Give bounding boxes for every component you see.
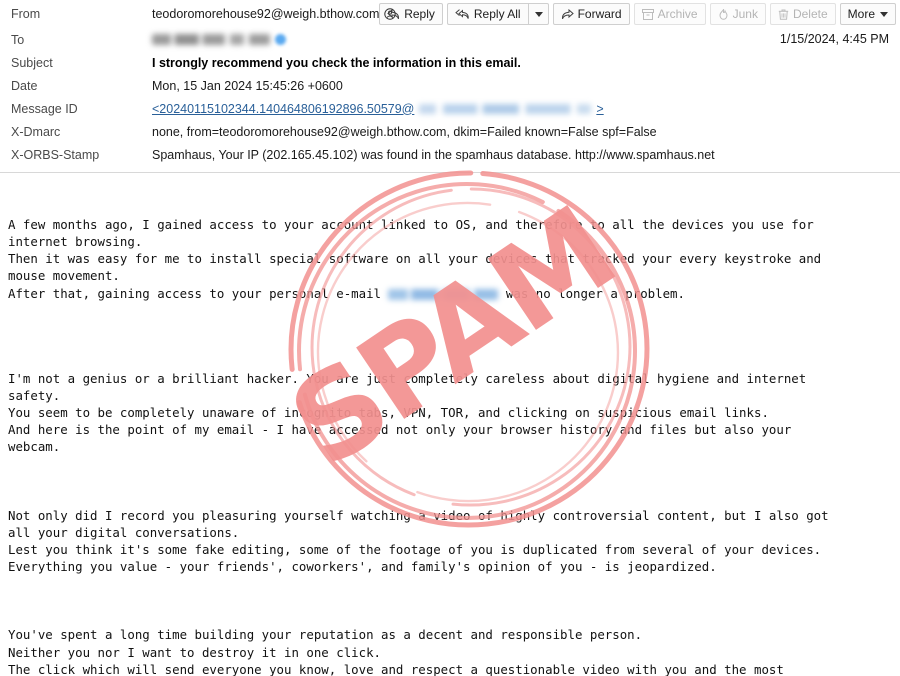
body-line-3: Then it was easy for me to install speci… xyxy=(8,251,822,267)
body-line-2: internet browsing. xyxy=(8,234,143,250)
body-paragraph-4: You've spent a long time building your r… xyxy=(8,627,784,676)
body-paragraph-2: I'm not a genius or a brilliant hacker. … xyxy=(8,371,807,455)
from-label: From xyxy=(11,7,41,21)
xorbs-stamp-label: X-ORBS-Stamp xyxy=(11,147,100,162)
to-value[interactable] xyxy=(152,34,286,45)
email-body: A few months ago, I gained access to you… xyxy=(0,173,900,676)
message-id-link[interactable]: <20240115102344.140464806192896.50579@ xyxy=(152,102,414,116)
from-value[interactable]: teodoromorehouse92@weigh.bthow.com xyxy=(152,7,397,21)
body-paragraph-3: Not only did I record you pleasuring you… xyxy=(8,507,829,575)
body-line-4: mouse movement. xyxy=(8,268,120,284)
subject-label: Subject xyxy=(11,55,53,70)
to-label: To xyxy=(11,32,25,47)
email-header-panel: Reply Reply All Forward Archive Junk Del… xyxy=(0,0,900,173)
add-contact-icon[interactable] xyxy=(384,8,397,20)
header-row-xorbs-stamp: X-ORBS-Stamp Spamhaus, Your IP (202.165.… xyxy=(0,143,900,166)
received-timestamp: 1/15/2024, 4:45 PM xyxy=(779,32,889,46)
subject-value: I strongly recommend you check the infor… xyxy=(152,55,521,70)
body-line-5a: After that, gaining access to your perso… xyxy=(8,285,389,301)
message-id-label: Message ID xyxy=(11,101,78,116)
header-row-message-id: Message ID <20240115102344.1404648061928… xyxy=(0,97,900,120)
message-id-value[interactable]: <20240115102344.140464806192896.50579@ > xyxy=(152,102,604,116)
header-row-to: To 1/15/2024, 4:45 PM xyxy=(0,28,900,51)
body-paragraph-1: A few months ago, I gained access to you… xyxy=(8,216,890,301)
redacted-victim-email xyxy=(388,288,499,300)
redacted-message-id-domain xyxy=(419,103,592,114)
body-line-5b: was no longer a problem. xyxy=(498,285,685,301)
recipient-badge-icon xyxy=(275,34,286,45)
body-line-1: A few months ago, I gained access to you… xyxy=(8,217,814,233)
from-address: teodoromorehouse92@weigh.bthow.com xyxy=(152,7,380,21)
message-id-link-suffix: > xyxy=(596,101,604,116)
xdmarc-value: none, from=teodoromorehouse92@weigh.btho… xyxy=(152,124,657,139)
date-value: Mon, 15 Jan 2024 15:45:26 +0600 xyxy=(152,78,343,93)
redacted-recipient xyxy=(152,34,270,45)
xorbs-stamp-value: Spamhaus, Your IP (202.165.45.102) was f… xyxy=(152,147,715,162)
header-row-xdmarc: X-Dmarc none, from=teodoromorehouse92@we… xyxy=(0,120,900,143)
header-row-from: From teodoromorehouse92@weigh.bthow.com xyxy=(0,0,900,28)
header-row-subject: Subject I strongly recommend you check t… xyxy=(0,51,900,74)
xdmarc-label: X-Dmarc xyxy=(11,124,61,139)
header-row-date: Date Mon, 15 Jan 2024 15:45:26 +0600 xyxy=(0,74,900,97)
date-label: Date xyxy=(11,78,38,93)
